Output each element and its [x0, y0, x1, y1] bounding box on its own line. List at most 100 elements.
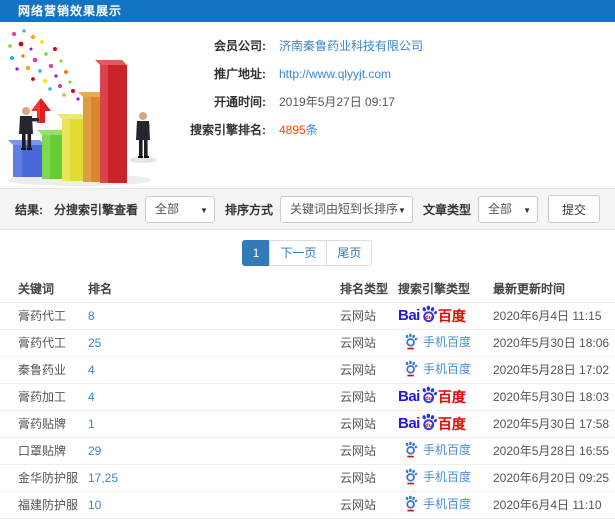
rank-cell[interactable]: 4 — [88, 356, 340, 384]
keyword-cell: 膏药贴牌 — [0, 410, 88, 438]
ranking-table-body: 膏药代工 8 云网站 Bai du 百度 2020年6月4日 11:15 膏药代工 … — [0, 302, 615, 520]
submit-button[interactable]: 提交 — [547, 195, 600, 223]
mobile-baidu-paw-icon — [405, 468, 418, 484]
updated-time-cell: 2020年5月28日 16:55 — [493, 437, 615, 465]
page-title: 网络营销效果展示 — [18, 4, 123, 18]
engine-view-select[interactable]: 全部 ▼ — [144, 195, 215, 223]
baidu-paw-icon: du — [422, 305, 437, 322]
rank-type-cell: 云网站 — [340, 356, 398, 384]
mobile-baidu-paw-icon — [405, 441, 418, 457]
keyword-cell: 福建防护服 — [0, 491, 88, 519]
baidu-mobile-logo: 手机百度 — [398, 360, 471, 377]
growth-chart-illustration — [0, 22, 178, 188]
baidu-paw-icon: du — [422, 386, 437, 403]
rank-cell[interactable]: 4 — [88, 383, 340, 411]
engine-type-cell: Baidu百度 — [398, 410, 493, 438]
col-header-keyword: 关键词 — [0, 276, 88, 303]
table-row: 福建防护服 10 云网站 手机百度 2020年6月4日 11:10 — [0, 491, 615, 519]
table-row: 口罩贴牌 29 云网站 手机百度 2020年5月28日 16:55 — [0, 437, 615, 465]
engine-type-cell: 手机百度 — [398, 464, 493, 492]
svg-text:du: du — [425, 395, 432, 401]
rank-type-cell: 云网站 — [340, 410, 398, 438]
keyword-cell: 膏药代工 — [0, 329, 88, 357]
rank-cell[interactable]: 1 — [88, 410, 340, 438]
info-row-url: 推广地址: http://www.qlyyjt.com — [178, 60, 615, 88]
ranking-count-label: 搜索引擎排名: — [190, 123, 266, 137]
mobile-baidu-paw-icon — [405, 495, 418, 511]
table-header-row: 关键词 排名 排名类型 搜索引擎类型 最新更新时间 — [0, 276, 615, 303]
rank-cell[interactable]: 29 — [88, 437, 340, 465]
chevron-down-icon: ▼ — [523, 205, 531, 215]
ranking-count-value: 4895条 — [279, 123, 318, 137]
sort-select[interactable]: 关键词由短到长排序 ▼ — [279, 195, 413, 223]
baidu-mobile-logo: 手机百度 — [398, 333, 471, 350]
updated-time-cell: 2020年6月20日 09:25 — [493, 464, 615, 492]
chevron-down-icon: ▼ — [200, 205, 208, 215]
promo-url-link[interactable]: http://www.qlyyjt.com — [279, 60, 391, 88]
updated-time-cell: 2020年5月28日 17:02 — [493, 356, 615, 384]
engine-type-cell: Baidu百度 — [398, 383, 493, 411]
svg-text:du: du — [425, 422, 432, 428]
chevron-down-icon: ▼ — [398, 205, 406, 215]
table-row: 金华防护服 17,25 云网站 手机百度 2020年6月20日 09:25 — [0, 464, 615, 492]
rank-cell[interactable]: 17,25 — [88, 464, 340, 492]
ranking-count-unit: 条 — [305, 123, 318, 137]
rank-type-cell: 云网站 — [340, 437, 398, 465]
keyword-cell: 金华防护服 — [0, 464, 88, 492]
company-name-link[interactable]: 济南秦鲁药业科技有限公司 — [279, 32, 423, 60]
updated-time-cell: 2020年5月30日 18:03 — [493, 383, 615, 411]
promo-url-label: 推广地址: — [214, 67, 266, 81]
baidu-pc-logo: Bai du 百度 — [398, 305, 466, 327]
table-row: 膏药加工 4 云网站 Bai du 百度 2020年5月30日 18:03 — [0, 383, 615, 411]
baidu-mobile-logo: 手机百度 — [398, 441, 471, 458]
updated-time-cell: 2020年6月4日 11:10 — [493, 491, 615, 519]
filter-bar: 结果: 分搜索引擎查看 全部 ▼ 排序方式 关键词由短到长排序 ▼ 文章类型 全… — [0, 188, 615, 230]
company-info-panel: 会员公司: 济南秦鲁药业科技有限公司 推广地址: http://www.qlyy… — [178, 22, 615, 188]
engine-type-cell: 手机百度 — [398, 491, 493, 519]
rank-cell[interactable]: 8 — [88, 302, 340, 330]
bar-chart-graphic — [8, 29, 157, 186]
updated-time-cell: 2020年5月30日 17:58 — [493, 410, 615, 438]
page-1-button[interactable]: 1 — [241, 240, 271, 266]
company-label: 会员公司: — [214, 39, 266, 53]
updated-time-cell: 2020年5月30日 18:06 — [493, 329, 615, 357]
rank-type-cell: 云网站 — [340, 383, 398, 411]
filter-controls: 分搜索引擎查看 全部 ▼ 排序方式 关键词由短到长排序 ▼ 文章类型 全部 ▼ … — [44, 195, 600, 223]
engine-type-cell: Baidu百度 — [398, 302, 493, 330]
pagination: 1 下一页 尾页 — [0, 230, 615, 276]
col-header-updated: 最新更新时间 — [493, 276, 615, 303]
rank-type-cell: 云网站 — [340, 302, 398, 330]
last-page-button[interactable]: 尾页 — [326, 240, 373, 266]
open-time-label: 开通时间: — [214, 95, 266, 109]
keyword-cell: 膏药加工 — [0, 383, 88, 411]
top-section: 会员公司: 济南秦鲁药业科技有限公司 推广地址: http://www.qlyy… — [0, 22, 615, 188]
engine-type-cell: 手机百度 — [398, 329, 493, 357]
result-label: 结果: — [15, 202, 43, 217]
baidu-pc-logo: Bai du 百度 — [398, 386, 466, 408]
rank-type-cell: 云网站 — [340, 329, 398, 357]
info-row-company: 会员公司: 济南秦鲁药业科技有限公司 — [178, 32, 615, 60]
engine-view-label: 分搜索引擎查看 — [53, 202, 138, 217]
open-time-value: 2019年5月27日 09:17 — [279, 95, 396, 109]
keyword-cell: 秦鲁药业 — [0, 356, 88, 384]
article-type-select[interactable]: 全部 ▼ — [477, 195, 538, 223]
businessman-right — [136, 112, 150, 158]
info-row-open-time: 开通时间: 2019年5月27日 09:17 — [178, 88, 615, 116]
mobile-baidu-paw-icon — [405, 360, 418, 376]
col-header-rank-type: 排名类型 — [340, 276, 398, 303]
col-header-rank: 排名 — [88, 276, 340, 303]
rank-cell[interactable]: 25 — [88, 329, 340, 357]
keyword-cell: 膏药代工 — [0, 302, 88, 330]
info-row-ranking-count: 搜索引擎排名: 4895条 — [178, 116, 615, 144]
updated-time-cell: 2020年6月4日 11:15 — [493, 302, 615, 330]
confetti-dots — [8, 29, 85, 101]
engine-type-cell: 手机百度 — [398, 356, 493, 384]
rank-cell[interactable]: 10 — [88, 491, 340, 519]
mobile-baidu-paw-icon — [405, 333, 418, 349]
baidu-paw-icon: du — [422, 413, 437, 430]
sort-label: 排序方式 — [224, 202, 273, 217]
next-page-button[interactable]: 下一页 — [269, 240, 328, 266]
table-row: 秦鲁药业 4 云网站 手机百度 2020年5月28日 17:02 — [0, 356, 615, 384]
keyword-ranking-table: 关键词 排名 排名类型 搜索引擎类型 最新更新时间 膏药代工 8 云网站 Bai… — [0, 276, 615, 520]
baidu-mobile-logo: 手机百度 — [398, 495, 471, 512]
